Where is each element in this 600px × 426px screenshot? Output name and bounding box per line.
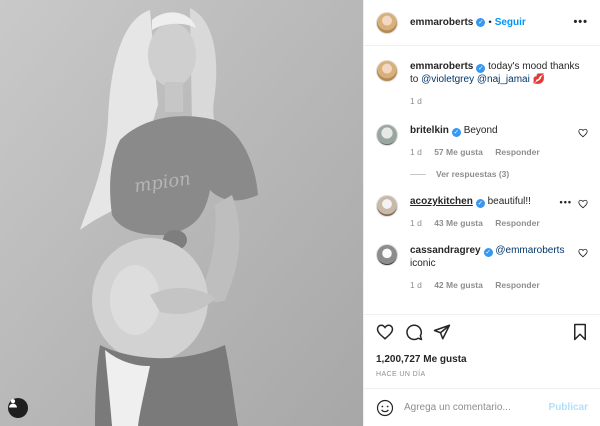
like-count[interactable]: 1,200,727 Me gusta: [364, 354, 600, 365]
user-icon: [9, 399, 17, 408]
follow-button[interactable]: Seguir: [495, 17, 526, 28]
verified-icon: ✓: [483, 248, 493, 257]
comment-meta: 1 d 42 Me gusta Responder: [410, 279, 564, 292]
comment-icon[interactable]: [405, 323, 423, 341]
comment-likes[interactable]: 57 Me gusta: [434, 147, 483, 157]
comments-list: emmaroberts ✓ today's mood thanks to @vio…: [364, 46, 600, 314]
mention-link[interactable]: @naj_jamai: [477, 74, 530, 85]
post-header: emmaroberts ✓ • Seguir •••: [364, 0, 600, 46]
caption-meta: 1 d: [410, 95, 588, 108]
reply-button[interactable]: Responder: [495, 147, 539, 157]
verified-icon: ✓: [476, 18, 486, 27]
caption-emoji: 💋: [532, 74, 546, 85]
comment-meta: 1 d 43 Me gusta Responder: [410, 217, 550, 230]
heart-icon[interactable]: [578, 128, 588, 138]
caption-text: emmaroberts ✓ today's mood thanks to @vio…: [410, 60, 588, 86]
tagged-users-button[interactable]: [8, 398, 28, 418]
comment-text: iconic: [410, 258, 436, 269]
post-timestamp[interactable]: HACE UN DÍA: [364, 365, 600, 388]
comment-body: acozykitchen ✓ beautiful!! 1 d 43 Me gust…: [410, 195, 550, 230]
verified-icon: ✓: [451, 128, 461, 137]
comment-text: Beyond: [463, 125, 498, 136]
comment-text: beautiful!!: [487, 196, 531, 207]
comment-item: acozykitchen ✓ beautiful!! 1 d 43 Me gust…: [376, 195, 588, 230]
heart-icon[interactable]: [578, 199, 588, 209]
instagram-post: mpion emmaroberts ✓ • Seguir ••• emmarob…: [0, 0, 600, 426]
reply-button[interactable]: Responder: [495, 280, 539, 290]
publish-button[interactable]: Publicar: [549, 402, 588, 413]
header-username[interactable]: emmaroberts: [410, 17, 473, 28]
comment-meta: 1 d 57 Me gusta Responder: [410, 146, 550, 159]
view-replies-label: Ver respuestas (3): [436, 169, 510, 179]
paper-plane-icon[interactable]: [433, 323, 451, 341]
comment-item: cassandragrey ✓ @emmaroberts iconic 1 d 4…: [376, 244, 588, 292]
comment-options-icon[interactable]: •••: [560, 197, 572, 207]
header-user-block: emmaroberts ✓ • Seguir: [410, 17, 526, 28]
post-photo[interactable]: mpion: [0, 0, 363, 426]
add-comment-bar: Agrega un comentario... Publicar: [364, 388, 600, 426]
verified-icon: ✓: [476, 64, 486, 73]
post-sidebar: emmaroberts ✓ • Seguir ••• emmaroberts ✓ …: [363, 0, 600, 426]
comment-likes[interactable]: 43 Me gusta: [434, 218, 483, 228]
comment-body: cassandragrey ✓ @emmaroberts iconic 1 d 4…: [410, 244, 564, 292]
comment-body: britelkin ✓ Beyond 1 d 57 Me gusta Respon…: [410, 124, 550, 159]
mention-link[interactable]: @emmaroberts: [495, 245, 564, 256]
avatar[interactable]: [376, 11, 398, 34]
comment-input[interactable]: Agrega un comentario...: [404, 402, 549, 413]
avatar[interactable]: [376, 195, 398, 217]
view-replies-button[interactable]: Ver respuestas (3): [410, 169, 588, 179]
bookmark-icon[interactable]: [572, 323, 588, 341]
caption-time[interactable]: 1 d: [410, 96, 422, 106]
smiley-icon[interactable]: [376, 399, 394, 417]
avatar[interactable]: [376, 244, 398, 266]
separator-dot: •: [488, 17, 492, 28]
comment-time[interactable]: 1 d: [410, 280, 422, 290]
caption-username[interactable]: emmaroberts: [410, 61, 473, 72]
comment-time[interactable]: 1 d: [410, 147, 422, 157]
caption-body: emmaroberts ✓ today's mood thanks to @vio…: [410, 60, 588, 108]
comment-username[interactable]: cassandragrey: [410, 245, 481, 256]
comment-likes[interactable]: 42 Me gusta: [434, 280, 483, 290]
caption: emmaroberts ✓ today's mood thanks to @vio…: [376, 60, 588, 108]
mention-link[interactable]: @violetgrey: [421, 74, 474, 85]
action-bar: [364, 314, 600, 354]
comment-item: britelkin ✓ Beyond 1 d 57 Me gusta Respon…: [376, 124, 588, 159]
verified-icon: ✓: [475, 199, 485, 208]
comment-time[interactable]: 1 d: [410, 218, 422, 228]
avatar[interactable]: [376, 60, 398, 82]
comment-username[interactable]: acozykitchen: [410, 196, 473, 207]
comment-username[interactable]: britelkin: [410, 125, 449, 136]
photo-illustration: mpion: [0, 0, 363, 426]
heart-icon[interactable]: [376, 323, 394, 341]
avatar[interactable]: [376, 124, 398, 146]
replies-divider: [410, 173, 426, 175]
reply-button[interactable]: Responder: [495, 218, 539, 228]
more-options-icon[interactable]: •••: [573, 16, 588, 28]
heart-icon[interactable]: [578, 248, 588, 258]
